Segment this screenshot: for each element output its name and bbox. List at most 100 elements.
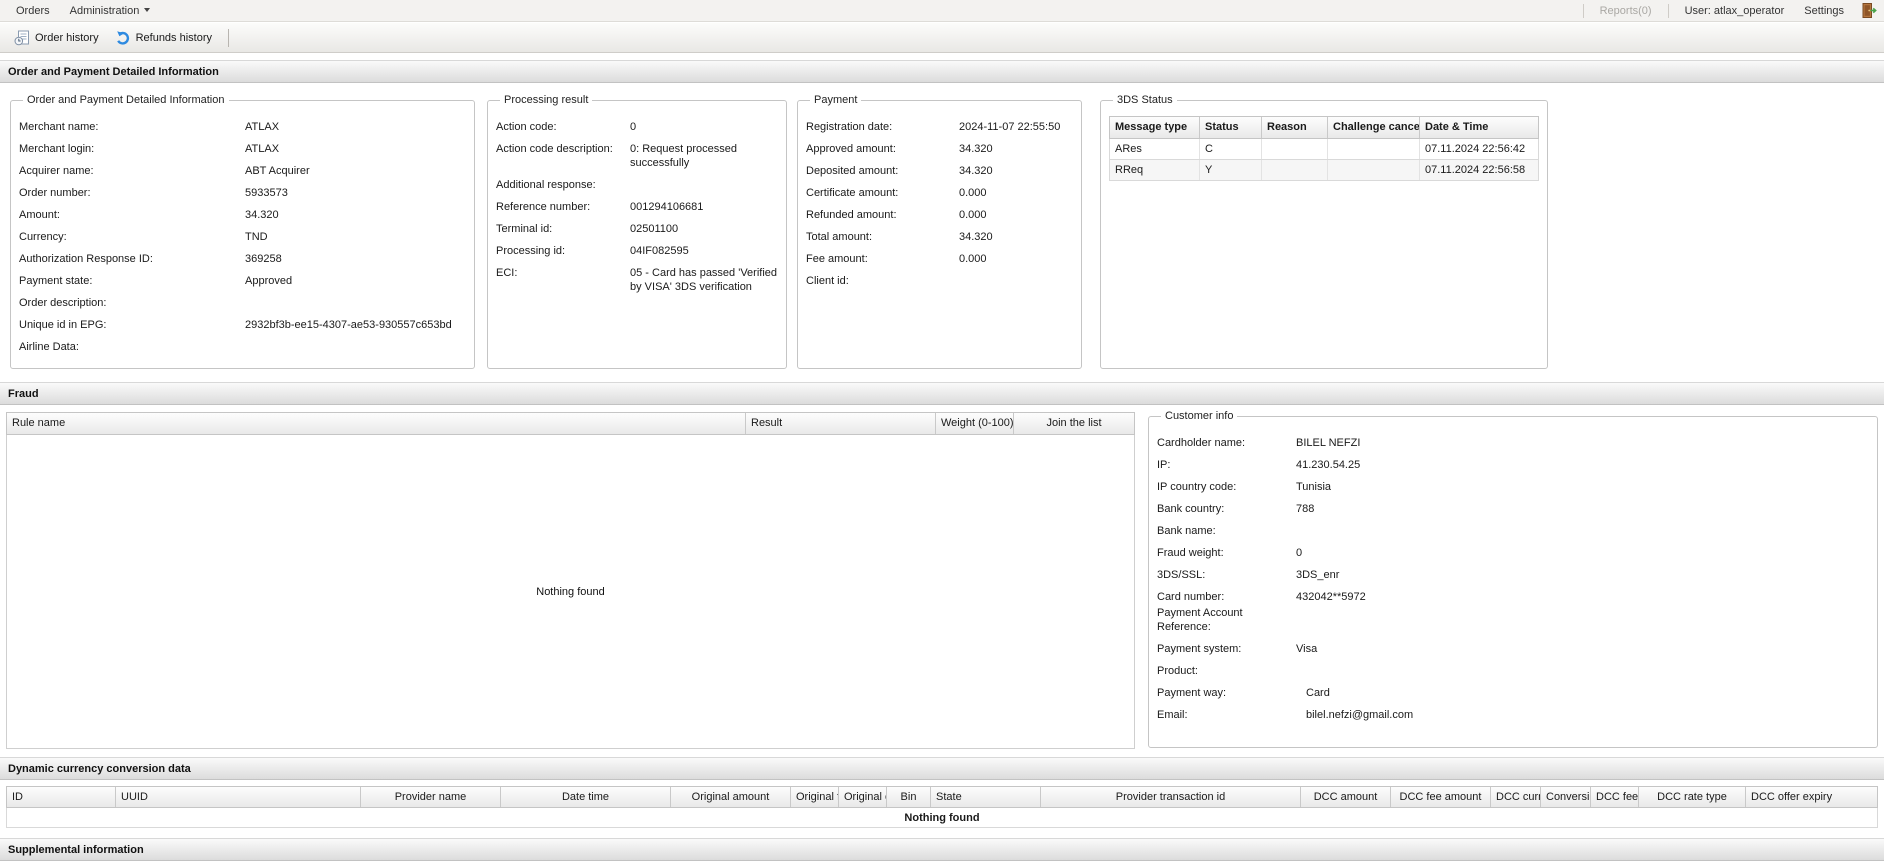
fraud-empty-message: Nothing found [536, 585, 605, 598]
field-label: Registration date: [806, 121, 893, 133]
order-info-panel: Order and Payment Detailed Information M… [10, 94, 475, 369]
field-value: 34.320 [959, 143, 993, 155]
field-product: Product: [1157, 664, 1869, 678]
field-label: ECI: [496, 267, 518, 279]
refunds-history-button[interactable]: Refunds history [107, 28, 220, 48]
order-history-icon [14, 30, 29, 45]
field-order-number: Order number: 5933573 [19, 186, 466, 200]
field-label: Terminal id: [496, 223, 553, 235]
field-value: 34.320 [959, 231, 993, 243]
column-header-original-amount: Original amount [671, 787, 791, 807]
field-ip: IP: 41.230.54.25 [1157, 458, 1869, 472]
column-header-status: Status [1200, 117, 1262, 138]
field-total-amount: Total amount: 34.320 [806, 230, 1073, 244]
field-label: Product: [1157, 665, 1198, 677]
field-value: 0.000 [959, 187, 987, 199]
field-label: Processing id: [496, 245, 566, 257]
column-header-original-fee: Original f [791, 787, 839, 807]
toolbar: Order history Refunds history [0, 23, 1884, 53]
field-value: 04IF082595 [630, 245, 689, 257]
column-header-result: Result [746, 413, 936, 434]
processing-result-panel: Processing result Action code: 0 Action c… [487, 94, 787, 369]
field-label: Deposited amount: [806, 165, 899, 177]
cell-message-type: RReq [1110, 160, 1200, 180]
field-label: Reference number: [496, 201, 591, 213]
field-label: Card number: [1157, 591, 1225, 603]
cell-challenge-cancel [1328, 160, 1420, 180]
column-header-dcc-fee-amount: DCC fee amount [1391, 787, 1491, 807]
field-value: 2932bf3b-ee15-4307-ae53-930557c653bd [245, 319, 452, 331]
field-value: Approved [245, 275, 293, 287]
column-header-provider-transaction-id: Provider transaction id [1041, 787, 1301, 807]
field-label: Action code description: [496, 143, 613, 155]
field-refunded-amount: Refunded amount: 0.000 [806, 208, 1073, 222]
cell-status: C [1200, 139, 1262, 159]
column-header-dcc-fee: DCC fee [1591, 787, 1639, 807]
field-label: Action code: [496, 121, 557, 133]
field-label: Authorization Response ID: [19, 253, 153, 265]
field-label: Refunded amount: [806, 209, 897, 221]
divider [228, 28, 230, 47]
column-header-bin: Bin [887, 787, 931, 807]
field-value: TND [245, 231, 268, 243]
field-value: Card [1306, 687, 1330, 699]
customer-info-panel: Customer info Cardholder name: BILEL NEFZ… [1148, 410, 1878, 748]
column-header-conversion-rate: Conversi [1541, 787, 1591, 807]
field-bank-country: Bank country: 788 [1157, 502, 1869, 516]
field-label: 3DS/SSL: [1157, 569, 1206, 581]
column-header-reason: Reason [1262, 117, 1328, 138]
field-label: Certificate amount: [806, 187, 899, 199]
field-payment-way: Payment way: Card [1157, 686, 1869, 700]
payment-panel: Payment Registration date: 2024-11-07 22:… [797, 94, 1082, 369]
menu-settings[interactable]: Settings [1794, 0, 1854, 22]
menu-reports[interactable]: Reports(0) [1590, 0, 1662, 22]
field-order-description: Order description: [19, 296, 466, 310]
field-eci: ECI: 05 - Card has passed 'Verified by VI… [496, 266, 778, 294]
field-label: Total amount: [806, 231, 873, 243]
cell-date-time: 07.11.2024 22:56:42 [1425, 143, 1526, 155]
field-client-id: Client id: [806, 274, 1073, 288]
field-value: 0 [1296, 547, 1303, 559]
field-fee-amount: Fee amount: 0.000 [806, 252, 1073, 266]
field-airline-data: Airline Data: [19, 340, 466, 354]
field-value: Tunisia [1296, 481, 1332, 493]
field-value: 05 - Card has passed 'Verified by VISA' … [630, 267, 778, 293]
column-header-dcc-amount: DCC amount [1301, 787, 1391, 807]
field-label: Bank name: [1157, 525, 1216, 537]
menu-orders[interactable]: Orders [6, 0, 60, 22]
field-value: 34.320 [959, 165, 993, 177]
field-label: Currency: [19, 231, 67, 243]
divider [1667, 3, 1669, 18]
field-label: Payment way: [1157, 687, 1227, 699]
field-additional-response: Additional response: [496, 178, 778, 192]
field-value: 369258 [245, 253, 282, 265]
field-value: Visa [1296, 643, 1318, 655]
field-label: Merchant name: [19, 121, 99, 133]
fraud-section-title: Fraud [0, 382, 1884, 405]
field-acquirer-name: Acquirer name: ABT Acquirer [19, 164, 466, 178]
door-exit-icon [1862, 3, 1877, 18]
chevron-down-icon [144, 7, 151, 12]
column-header-weight: Weight (0-100) [936, 413, 1014, 434]
field-value: BILEL NEFZI [1296, 437, 1361, 449]
logout-button[interactable] [1858, 2, 1878, 20]
user-label: User: atlax_operator [1684, 4, 1785, 17]
column-header-uuid: UUID [116, 787, 361, 807]
field-value: 788 [1296, 503, 1315, 515]
field-cardholder-name: Cardholder name: BILEL NEFZI [1157, 436, 1869, 450]
field-value: 0: Request processed successfully [630, 143, 738, 169]
table-row[interactable]: RReq Y 07.11.2024 22:56:58 [1109, 160, 1539, 181]
processing-result-legend: Processing result [504, 94, 589, 106]
order-history-label: Order history [35, 31, 99, 44]
field-authorization-response-id: Authorization Response ID: 369258 [19, 252, 466, 266]
field-value: 2024-11-07 22:55:50 [959, 121, 1061, 133]
menu-administration[interactable]: Administration [60, 0, 161, 22]
column-header-provider-name: Provider name [361, 787, 501, 807]
table-row[interactable]: ARes C 07.11.2024 22:56:42 [1109, 139, 1539, 160]
cell-message-type: ARes [1110, 139, 1200, 159]
menu-administration-label: Administration [69, 4, 140, 17]
field-unique-id-epg: Unique id in EPG: 2932bf3b-ee15-4307-ae53… [19, 318, 466, 332]
order-history-button[interactable]: Order history [6, 28, 107, 48]
column-header-message-type: Message type [1110, 117, 1200, 138]
field-merchant-name: Merchant name: ATLAX [19, 120, 466, 134]
